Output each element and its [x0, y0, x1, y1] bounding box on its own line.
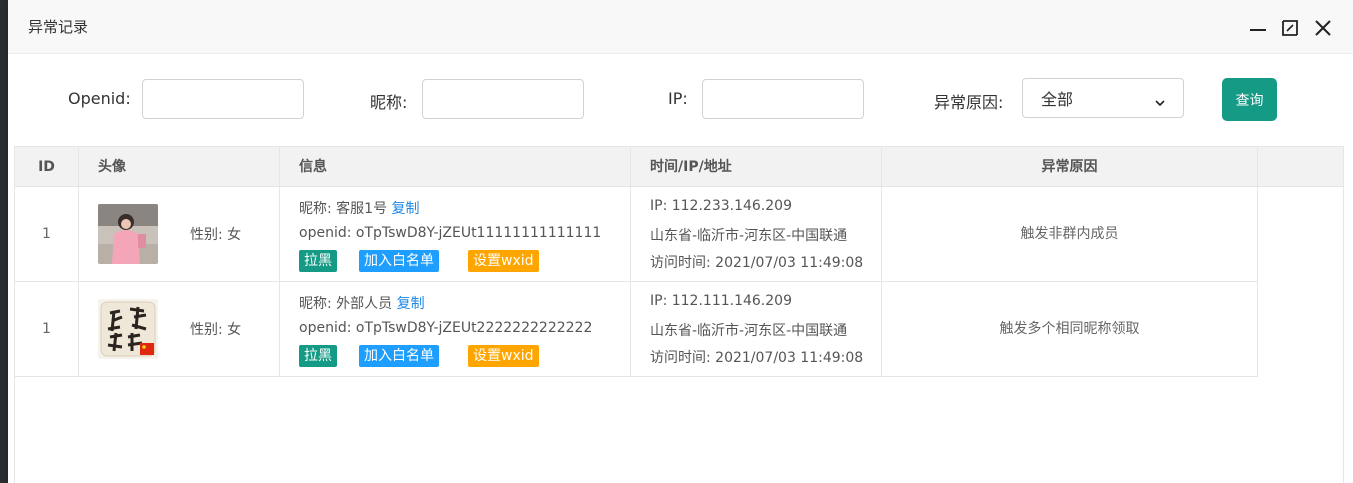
avatar [98, 204, 158, 264]
header-avatar: 头像 [79, 147, 280, 187]
reason-text: 触发多个相同昵称领取 [882, 282, 1258, 377]
set-wxid-button[interactable]: 设置wxid [468, 250, 539, 272]
copy-link[interactable]: 复制 [397, 296, 425, 312]
ip-text: IP: 112.233.146.209 [650, 198, 792, 214]
avatar-cell: 性别: 女 [79, 282, 280, 377]
visit-time-text: 访问时间: 2021/07/03 11:49:08 [650, 255, 864, 271]
time-ip-cell: IP: 112.233.146.209 山东省-临沂市-河东区-中国联通 访问时… [631, 187, 882, 282]
ip-label: IP: [668, 89, 688, 108]
nickname-line: 昵称: 客服1号 复制 [299, 198, 420, 218]
header-info: 信息 [280, 147, 631, 187]
info-cell: 昵称: 客服1号 复制 openid: oTpTswD8Y-jZEUt11111… [280, 187, 631, 282]
gender-text: 性别: 女 [190, 322, 242, 338]
location-text: 山东省-临沂市-河东区-中国联通 [650, 228, 848, 244]
records-table: ID 头像 信息 时间/IP/地址 异常原因 1 性别: 女 昵称: 客服1号 … [14, 146, 1344, 483]
reason-label: 异常原因: [934, 93, 1004, 112]
chevron-down-icon [1155, 93, 1165, 107]
nickname-line: 昵称: 外部人员 复制 [299, 293, 425, 313]
openid-label: Openid: [68, 89, 131, 108]
nickname-text: 昵称: 外部人员 [299, 296, 393, 312]
avatar [98, 299, 158, 359]
copy-link[interactable]: 复制 [392, 201, 420, 217]
nickname-input[interactable] [422, 79, 584, 119]
header-time-ip: 时间/IP/地址 [631, 147, 882, 187]
nickname-text: 昵称: 客服1号 [299, 201, 388, 217]
openid-text: openid: oTpTswD8Y-jZEUt2222222222222 [299, 320, 593, 336]
background-desktop [0, 0, 8, 483]
minimize-icon[interactable] [1248, 18, 1268, 38]
reason-text: 触发非群内成员 [882, 187, 1258, 282]
header-id: ID [15, 147, 79, 187]
openid-input[interactable] [142, 79, 304, 119]
nickname-label: 昵称: [370, 93, 408, 112]
ip-text: IP: 112.111.146.209 [650, 293, 792, 309]
close-icon[interactable] [1313, 18, 1333, 38]
row-id: 1 [15, 282, 79, 377]
location-text: 山东省-临沂市-河东区-中国联通 [650, 323, 848, 339]
add-whitelist-button[interactable]: 加入白名单 [359, 250, 439, 272]
row-id: 1 [15, 187, 79, 282]
reason-select-value: 全部 [1041, 90, 1074, 109]
blacklist-button[interactable]: 拉黑 [299, 250, 337, 272]
reason-select[interactable]: 全部 [1022, 78, 1184, 118]
maximize-icon[interactable] [1280, 18, 1300, 38]
dialog-titlebar: 异常记录 [8, 0, 1353, 54]
table-row: 1 性别: 女 昵称: 外部人员 复制 openid: oTpTswD8Y-jZ… [15, 282, 1258, 377]
anomaly-records-dialog: 异常记录 Openid: 昵称: IP: 异常原因: 全部 查询 ID 头像 信… [8, 0, 1353, 483]
visit-time-text: 访问时间: 2021/07/03 11:49:08 [650, 350, 864, 366]
gender-text: 性别: 女 [190, 227, 242, 243]
set-wxid-button[interactable]: 设置wxid [468, 345, 539, 367]
ip-input[interactable] [702, 79, 864, 119]
dialog-title: 异常记录 [28, 18, 89, 36]
time-ip-cell: IP: 112.111.146.209 山东省-临沂市-河东区-中国联通 访问时… [631, 282, 882, 377]
openid-text: openid: oTpTswD8Y-jZEUt11111111111111 [299, 225, 602, 241]
query-button[interactable]: 查询 [1222, 78, 1277, 121]
add-whitelist-button[interactable]: 加入白名单 [359, 345, 439, 367]
table-row: 1 性别: 女 昵称: 客服1号 复制 openid: oTpTswD8Y-jZ… [15, 187, 1258, 282]
avatar-cell: 性别: 女 [79, 187, 280, 282]
table-header: ID 头像 信息 时间/IP/地址 异常原因 [15, 147, 1343, 187]
info-cell: 昵称: 外部人员 复制 openid: oTpTswD8Y-jZEUt22222… [280, 282, 631, 377]
blacklist-button[interactable]: 拉黑 [299, 345, 337, 367]
header-reason: 异常原因 [882, 147, 1258, 187]
